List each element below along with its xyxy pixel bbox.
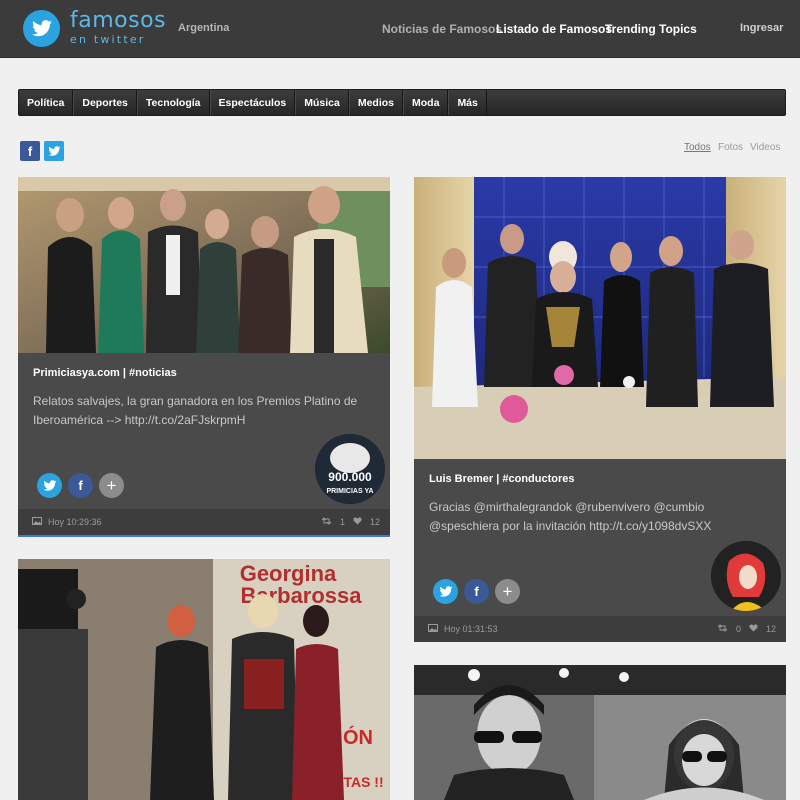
favorite-count: 12 [765,624,776,634]
twitter-share-button[interactable] [37,473,62,498]
photo-icon [32,517,42,527]
tweet-card[interactable]: Primiciasya.com | #noticias Relatos salv… [18,177,390,537]
tweet-card[interactable]: Luis Bremer | #conductores Gracias @mirt… [414,177,786,642]
retweet-icon[interactable] [321,517,332,527]
category-musica[interactable]: Música [295,90,349,115]
tweet-footer: Hoy 01:31:53 0 12 [414,616,786,642]
tweet-photo-image [414,665,786,800]
tweet-card[interactable]: Georgina Barbarossa ÓN LOJITAS !! [18,559,390,800]
retweet-icon[interactable] [717,624,728,634]
filter-fotos[interactable]: Fotos [718,142,743,153]
category-moda[interactable]: Moda [403,90,449,115]
category-tecnologia[interactable]: Tecnología [136,90,210,115]
login-link[interactable]: Ingresar [740,22,783,34]
avatar[interactable]: 900.000 PRIMICIAS YA [315,434,385,504]
tweet-text: Gracias @mirthalegrandok @rubenvivero @c… [429,500,712,533]
tweet-card[interactable] [414,665,786,800]
category-deportes[interactable]: Deportes [73,90,137,115]
nav-trending-topics[interactable]: Trending Topics [605,22,697,36]
category-bar: Política Deportes Tecnología Espectáculo… [18,89,786,116]
twitter-bird-logo-icon[interactable] [23,10,60,47]
tweet-text: Relatos salvajes, la gran ganadora en lo… [33,394,358,427]
tweet-photo[interactable] [414,665,786,800]
tweet-author[interactable]: Luis Bremer | #conductores [429,473,771,485]
category-mas[interactable]: Más [448,90,487,115]
photo-icon [428,624,438,634]
tweet-photo[interactable]: Georgina Barbarossa ÓN LOJITAS !! [18,559,390,800]
tweet-photo-image [18,177,390,353]
share-buttons: f + [433,579,520,604]
tweet-author[interactable]: Primiciasya.com | #noticias [33,367,375,379]
favorite-icon[interactable] [353,517,362,527]
avatar-brand-text: PRIMICIAS YA [326,488,373,495]
avatar[interactable] [711,541,781,611]
avatar-count-text: 900.000 [328,470,372,484]
top-header: famosos en twitter Argentina Noticias de… [0,0,800,58]
twitter-share-icon[interactable] [44,141,64,161]
category-politica[interactable]: Política [19,90,74,115]
tweet-timestamp[interactable]: Hoy 01:31:53 [444,624,498,634]
nav-noticias-de-famosos[interactable]: Noticias de Famosos [382,22,502,36]
filter-todos[interactable]: Todos [684,142,711,153]
tweet-photo-image: Georgina Barbarossa ÓN LOJITAS !! [18,559,390,800]
category-espectaculos[interactable]: Espectáculos [209,90,296,115]
logo-title: famosos [70,8,167,33]
tweet-timestamp[interactable]: Hoy 10:29:36 [48,517,102,527]
category-medios[interactable]: Medios [348,90,404,115]
site-logo[interactable]: famosos en twitter [70,9,166,46]
logo-subtitle: en twitter [70,33,146,46]
tweet-footer: Hoy 10:29:36 1 12 [18,509,390,535]
favorite-icon[interactable] [749,624,758,634]
share-buttons: f + [37,473,124,498]
facebook-share-button[interactable]: f [68,473,93,498]
nav-listado-de-famosos[interactable]: Listado de Famosos [496,22,612,36]
tweet-photo[interactable] [414,177,786,459]
more-share-button[interactable]: + [99,473,124,498]
filter-videos[interactable]: Videos [750,142,780,153]
twitter-share-button[interactable] [433,579,458,604]
retweet-count: 0 [735,624,741,634]
tweet-photo-image [414,177,786,459]
more-share-button[interactable]: + [495,579,520,604]
retweet-count: 1 [339,517,345,527]
facebook-share-button[interactable]: f [464,579,489,604]
facebook-share-icon[interactable]: f [20,141,40,161]
poster-title: ÓN [343,725,373,749]
favorite-count: 12 [369,517,380,527]
tweet-photo[interactable] [18,177,390,353]
country-label[interactable]: Argentina [178,22,229,34]
